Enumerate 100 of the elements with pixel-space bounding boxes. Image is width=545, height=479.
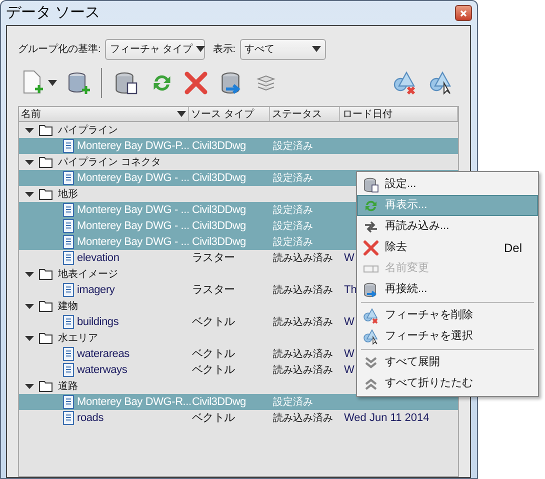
group-name: パイプライン コネクタ: [58, 156, 161, 170]
dropdown-caret-icon: [48, 80, 57, 86]
table-cell-text: ベクトル: [191, 410, 236, 426]
shapes-select-icon: [429, 71, 453, 95]
table-cell-text: waterways: [77, 362, 128, 378]
column-header[interactable]: 名前: [19, 107, 190, 121]
document-icon: [63, 411, 74, 425]
chevrons-down-icon: [363, 354, 379, 370]
dropdown-caret-icon: [312, 46, 321, 52]
table-cell-text: ベクトル: [191, 314, 236, 330]
filter-label: グループ化の基準:: [18, 42, 101, 56]
delete-icon: [363, 240, 379, 256]
column-header[interactable]: ソース タイプ: [189, 107, 270, 121]
table-cell-text: Civil3DDwg: [191, 138, 247, 154]
table-cell-text: Civil3DDwg: [191, 394, 247, 410]
table-cell-text: 設定済み: [273, 204, 314, 218]
table-cell-text: ベクトル: [191, 362, 236, 378]
settings-button[interactable]: [114, 71, 138, 95]
database-icon: [363, 282, 379, 298]
document-icon: [63, 283, 74, 297]
expanded-triangle-icon[interactable]: [25, 382, 34, 390]
group-name: 道路: [58, 380, 78, 394]
delete-features-button[interactable]: [393, 71, 417, 95]
document-icon: [63, 203, 74, 217]
new-button[interactable]: [22, 70, 57, 96]
shapes-delete-icon: [363, 308, 379, 324]
document-icon: [63, 363, 74, 377]
document-icon: [63, 251, 74, 265]
table-cell-text: Th: [344, 282, 357, 298]
new-document-icon: [22, 70, 44, 96]
folder-icon: [39, 188, 53, 200]
group-name: 地表イメージ: [58, 268, 118, 282]
folder-icon: [39, 124, 53, 136]
table-cell-text: W: [344, 346, 354, 362]
database-icon: [363, 176, 379, 192]
database-add-icon: [67, 71, 91, 95]
table-cell-text: 読み込み済み: [273, 348, 334, 362]
select-features-button[interactable]: [429, 71, 453, 95]
folder-icon: [39, 300, 53, 312]
sort-caret-icon: [177, 111, 186, 117]
column-header[interactable]: ステータス: [270, 107, 340, 121]
table-cell-text: 設定済み: [273, 396, 314, 410]
menu-item[interactable]: フィーチャを削除: [357, 305, 538, 326]
arrows-icon: [363, 218, 379, 234]
menu-item[interactable]: 再接続...: [357, 279, 538, 300]
table-cell-text: 設定済み: [273, 236, 314, 250]
folder-icon: [39, 156, 53, 168]
dropdown-caret-icon: [196, 46, 205, 52]
table-cell-text: Monterey Bay DWG - ...: [77, 218, 190, 234]
group-row[interactable]: パイプライン: [19, 122, 458, 138]
expanded-triangle-icon[interactable]: [25, 302, 34, 310]
table-cell-text: Civil3DDwg: [191, 218, 247, 234]
layers-button[interactable]: [256, 73, 276, 93]
table-cell-text: Monterey Bay DWG-R...: [77, 394, 192, 410]
table-row[interactable]: roads ベクトル 読み込み済み Wed Jun 11 2014: [19, 410, 458, 426]
filter-dropdown[interactable]: すべて: [240, 38, 326, 60]
table-cell-text: Monterey Bay DWG-P...: [77, 138, 190, 154]
group-name: 地形: [58, 188, 78, 202]
expanded-triangle-icon[interactable]: [25, 270, 34, 278]
document-icon: [63, 395, 74, 409]
document-icon: [63, 347, 74, 361]
table-cell-text: 読み込み済み: [273, 412, 334, 426]
table-cell-text: ベクトル: [191, 346, 236, 362]
menu-item[interactable]: すべて展開: [357, 352, 538, 373]
table-cell-text: imagery: [77, 282, 115, 298]
document-icon: [63, 139, 74, 153]
expanded-triangle-icon[interactable]: [25, 334, 34, 342]
shapes-select-icon: [363, 328, 379, 344]
table-cell-text: W: [344, 314, 354, 330]
expanded-triangle-icon[interactable]: [25, 126, 34, 134]
table-cell-text: Monterey Bay DWG - ...: [77, 202, 190, 218]
menu-item[interactable]: すべて折りたたむ: [357, 373, 538, 394]
filter-dropdown[interactable]: フィーチャ タイプ: [104, 38, 205, 60]
close-button[interactable]: [455, 5, 472, 21]
document-icon: [63, 235, 74, 249]
shapes-delete-icon: [393, 71, 417, 95]
delete-icon: [184, 71, 208, 95]
table-cell-text: Monterey Bay DWG - ...: [77, 170, 190, 186]
document-icon: [63, 315, 74, 329]
menu-item[interactable]: フィーチャを選択: [357, 326, 538, 347]
delete-button[interactable]: [184, 71, 208, 95]
expanded-triangle-icon[interactable]: [25, 190, 34, 198]
folder-icon: [39, 332, 53, 344]
table-cell-text: elevation: [77, 250, 120, 266]
table-cell-text: W: [344, 362, 354, 378]
table-cell-text: 設定済み: [273, 220, 314, 234]
document-icon: [63, 171, 74, 185]
table-cell-text: 読み込み済み: [273, 316, 334, 330]
group-name: パイプライン: [58, 124, 118, 138]
group-name: 建物: [58, 300, 78, 314]
table-cell-text: Monterey Bay DWG - ...: [77, 234, 190, 250]
group-row[interactable]: パイプライン コネクタ: [19, 154, 458, 170]
filter-label: 表示:: [212, 42, 236, 56]
table-cell-text: W: [344, 250, 354, 266]
column-header[interactable]: ロード日付: [340, 107, 458, 121]
group-name: 水エリア: [58, 332, 98, 346]
folder-icon: [39, 380, 53, 392]
expanded-triangle-icon[interactable]: [25, 158, 34, 166]
table-cell-text: Civil3DDwg: [191, 202, 247, 218]
add-database-button[interactable]: [67, 71, 91, 95]
